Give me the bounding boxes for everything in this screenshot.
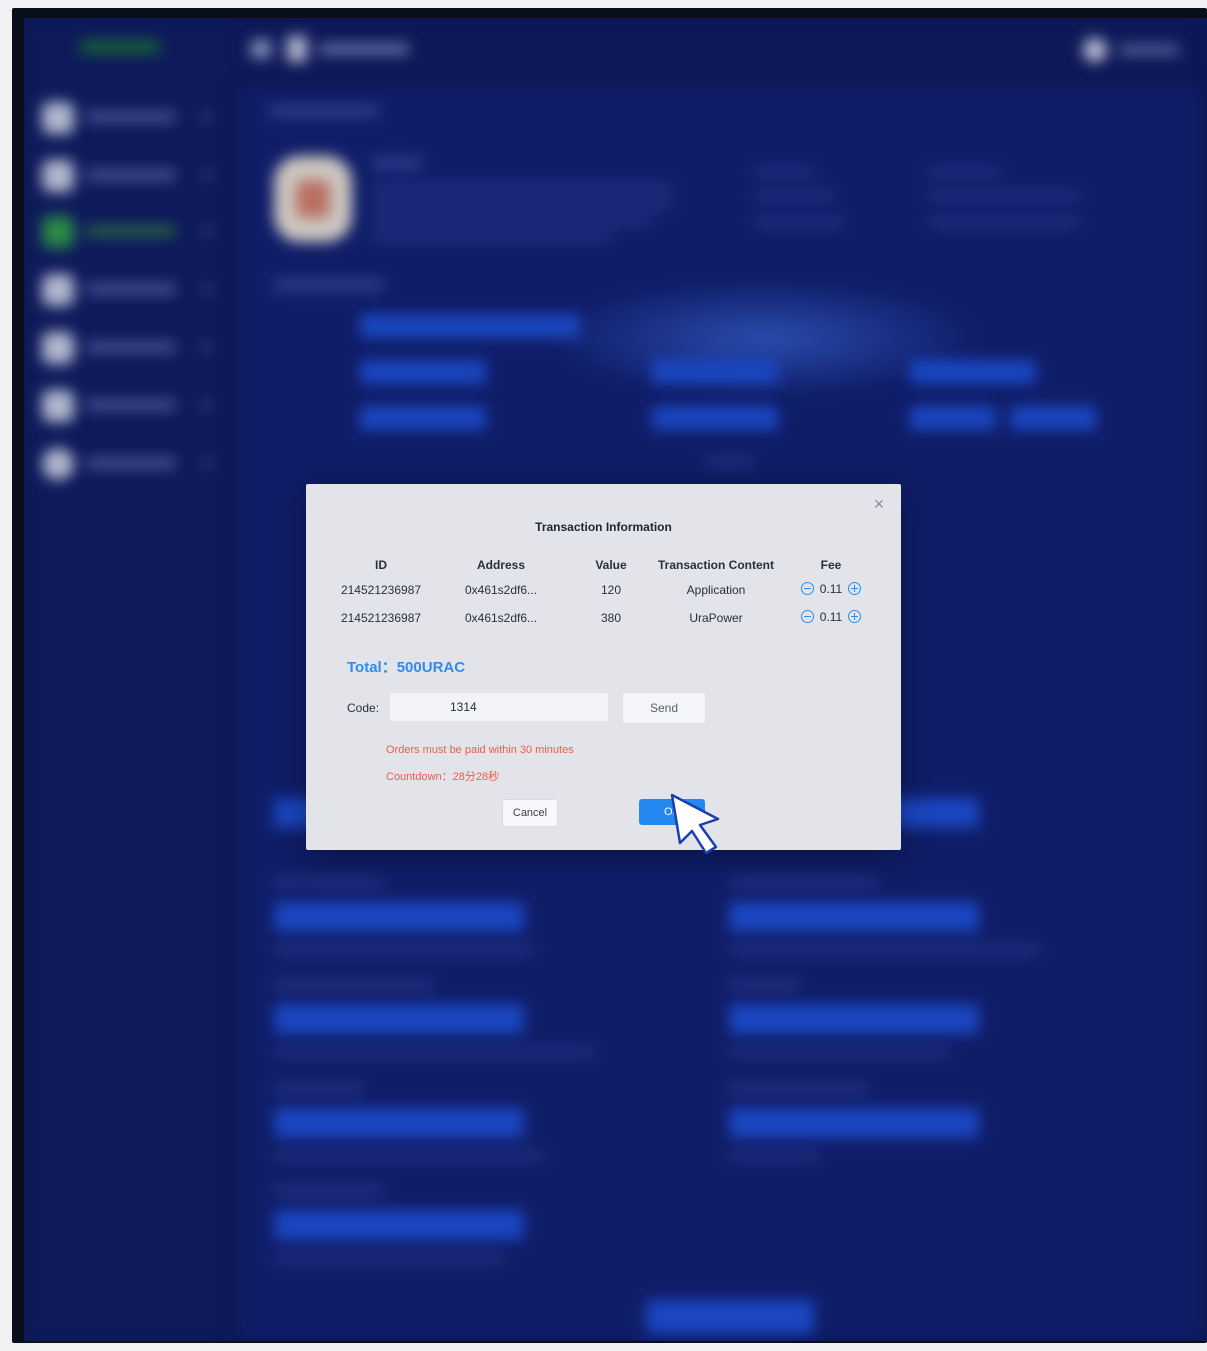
column-header-address: Address <box>476 558 526 572</box>
transaction-table: ID Address Value Transaction Content Fee… <box>336 554 876 632</box>
plus-circle-icon[interactable] <box>848 582 862 596</box>
table-row: 214521236987 0x461s2df6... 120 Applicati… <box>336 576 876 604</box>
column-header-fee: Fee <box>820 558 842 572</box>
table-header-row: ID Address Value Transaction Content Fee <box>336 554 876 576</box>
modal-title: Transaction Information <box>535 520 672 534</box>
column-header-value: Value <box>595 558 627 572</box>
cell-value: 120 <box>600 583 622 597</box>
close-icon[interactable]: × <box>871 495 887 513</box>
fee-value: 0.11 <box>819 609 843 624</box>
column-header-id: ID <box>375 558 387 572</box>
minus-circle-icon[interactable] <box>800 610 814 624</box>
cell-id: 214521236987 <box>340 611 422 625</box>
cell-content: Application <box>686 583 746 597</box>
code-input[interactable] <box>389 692 609 722</box>
table-row: 214521236987 0x461s2df6... 380 UraPower … <box>336 604 876 632</box>
total-amount: Total：500URAC <box>347 659 466 676</box>
cell-content: UraPower <box>689 611 743 625</box>
cell-fee: 0.11 <box>786 576 876 604</box>
minus-circle-icon[interactable] <box>800 582 814 596</box>
mouse-cursor-icon <box>670 793 720 855</box>
code-label: Code: <box>347 701 380 715</box>
cell-value: 380 <box>600 611 622 625</box>
cell-address: 0x461s2df6... <box>464 611 538 625</box>
column-header-content: Transaction Content <box>657 558 774 572</box>
transaction-modal: × Transaction Information ID Address Val… <box>306 484 901 850</box>
payment-warning: Orders must be paid within 30 minutes <box>386 744 574 756</box>
cell-fee: 0.11 <box>786 604 876 632</box>
plus-circle-icon[interactable] <box>848 610 862 624</box>
cancel-button[interactable]: Cancel <box>502 799 558 827</box>
countdown-text: Countdown：28分28秒 <box>386 771 500 783</box>
fee-value: 0.11 <box>819 581 843 596</box>
cell-address: 0x461s2df6... <box>464 583 538 597</box>
cell-id: 214521236987 <box>340 583 422 597</box>
send-button[interactable]: Send <box>622 692 706 724</box>
